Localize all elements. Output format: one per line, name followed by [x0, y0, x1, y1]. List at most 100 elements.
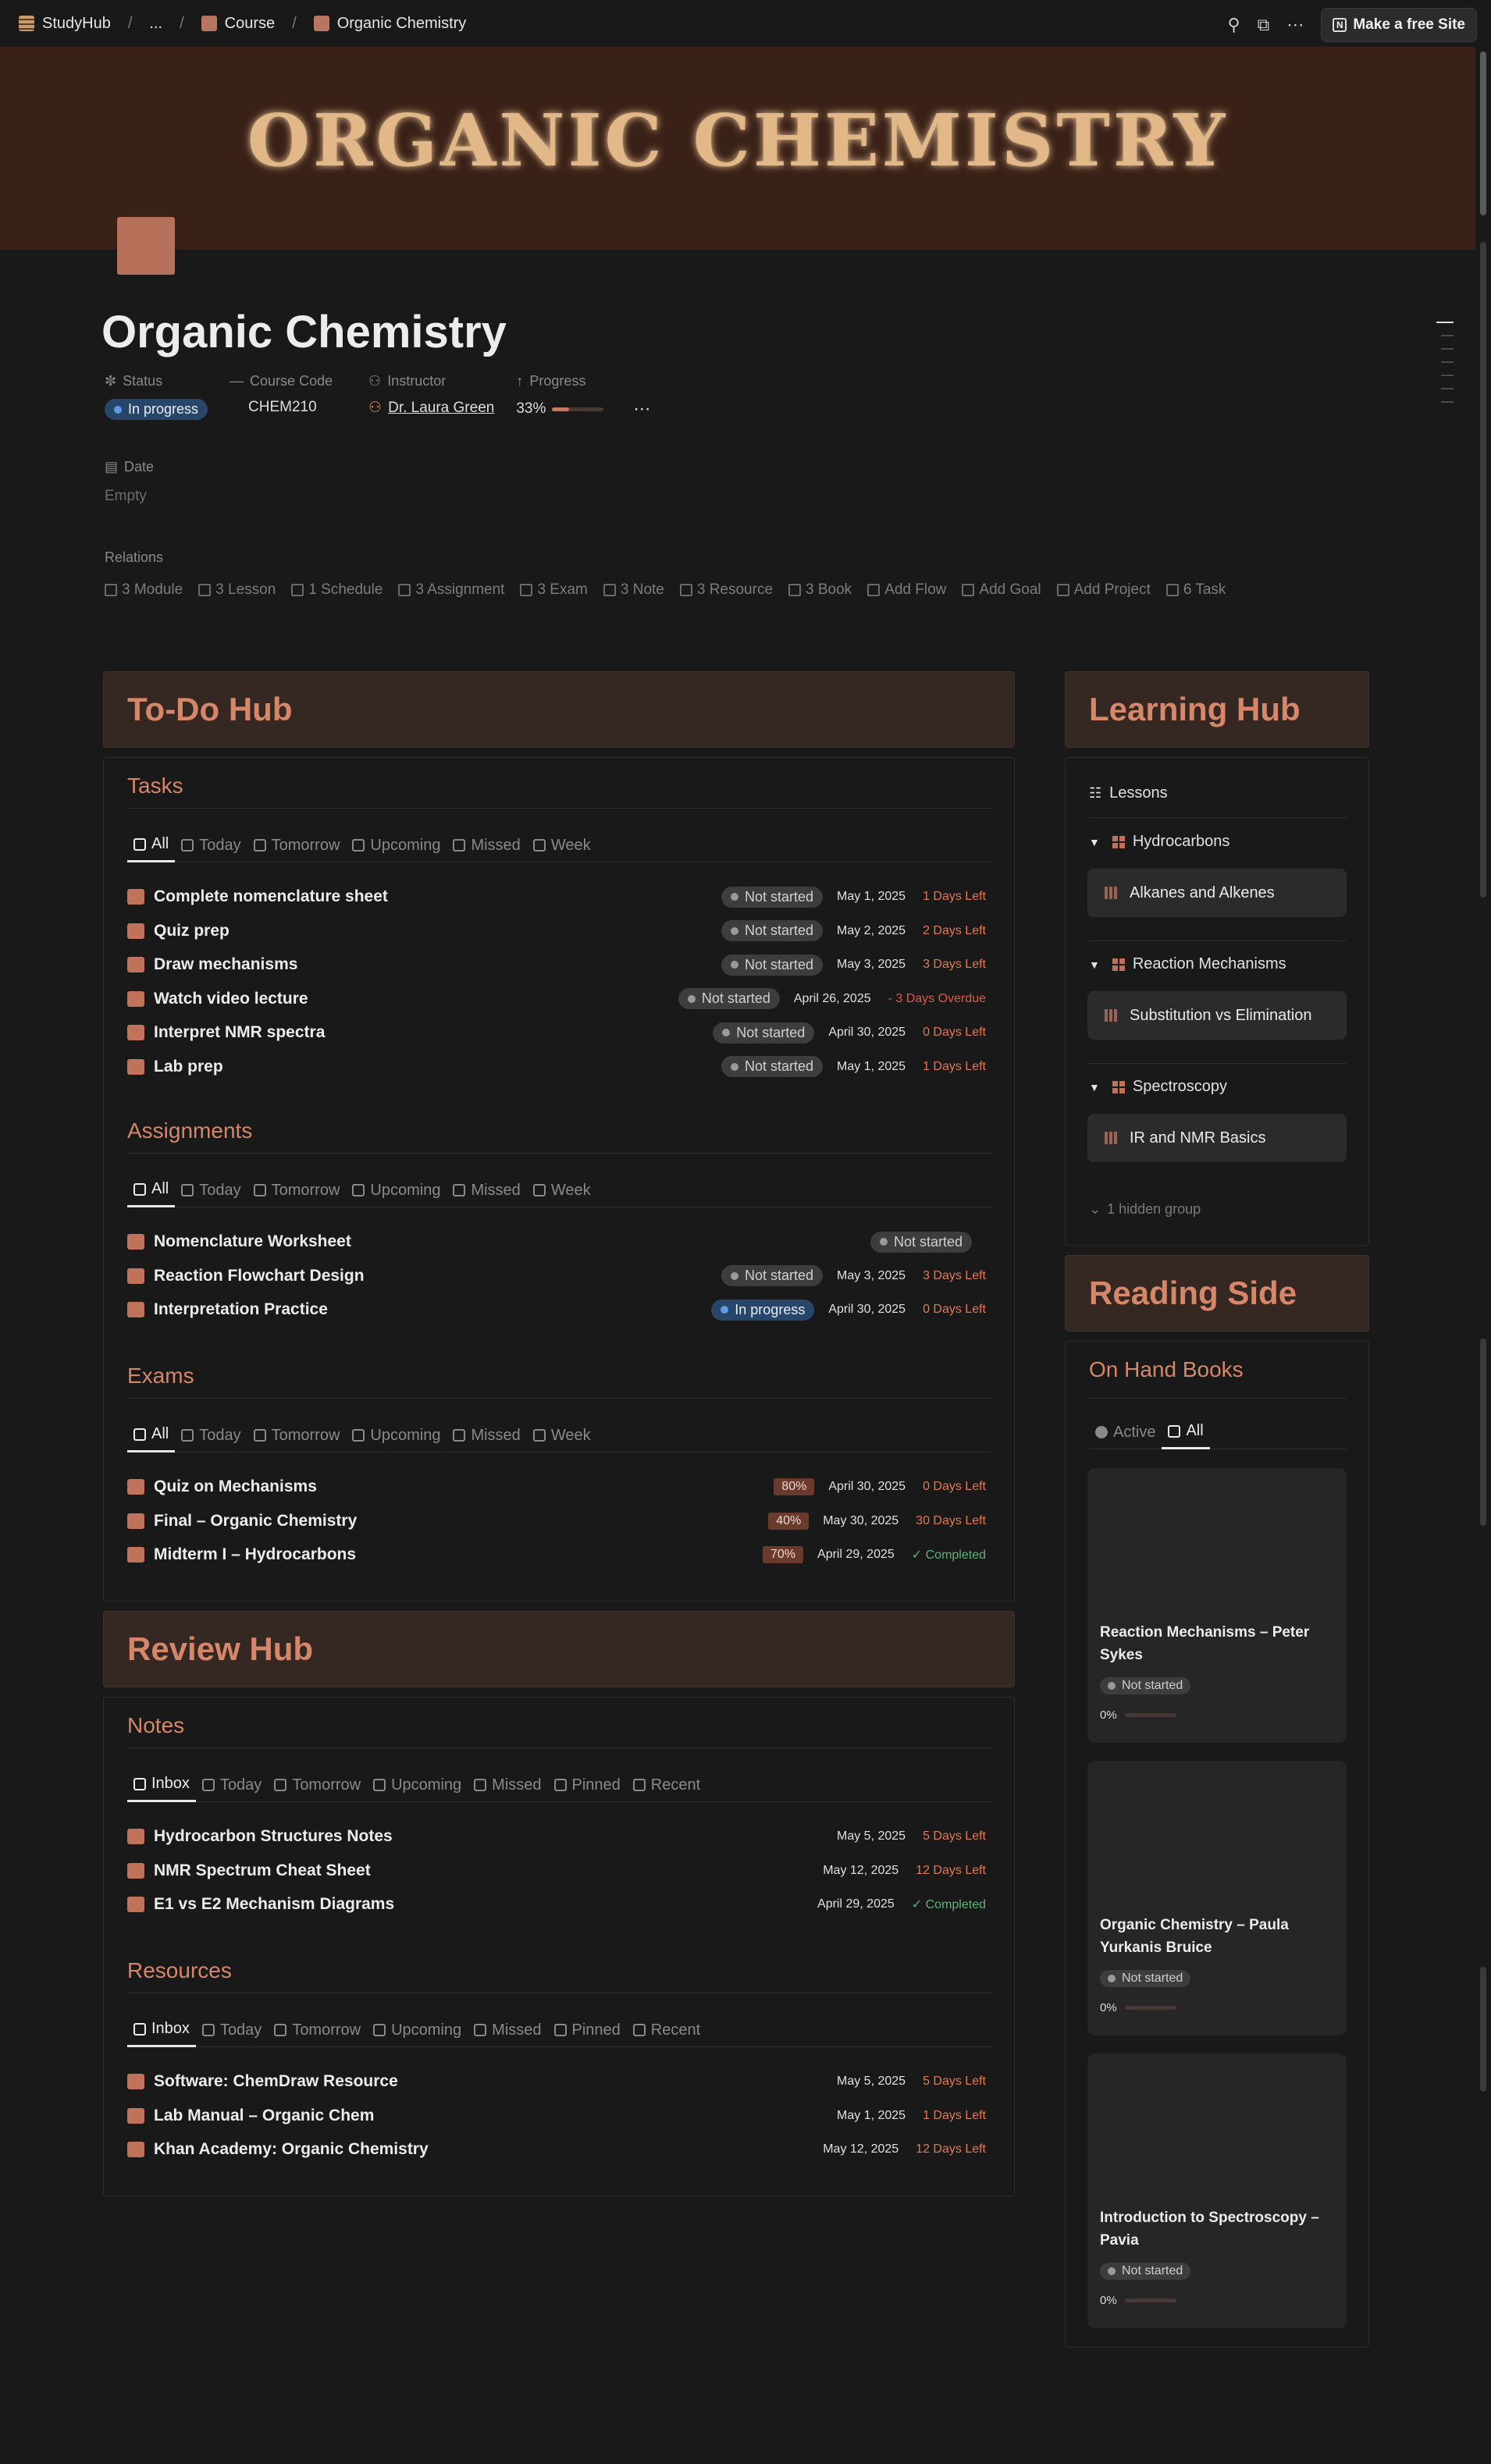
tasks-row[interactable]: Draw mechanisms Not started May 3, 2025 3 D… [127, 949, 986, 980]
tab-tomorrow[interactable]: Tomorrow [268, 2013, 367, 2047]
tasks-name[interactable]: Interpret NMR spectra [154, 1023, 713, 1042]
tasks-name[interactable]: Lab prep [154, 1058, 721, 1076]
resources-row[interactable]: Lab Manual – Organic Chem May 1, 2025 1 Da… [127, 2100, 986, 2132]
breadcrumb-workspace[interactable]: StudyHub [42, 15, 111, 33]
toggle-icon[interactable]: ▼ [1089, 958, 1100, 971]
date-value[interactable]: Empty [105, 488, 154, 505]
tab-tomorrow[interactable]: Tomorrow [247, 1173, 347, 1207]
tasks-row[interactable]: Complete nomenclature sheet Not started Ma… [127, 881, 986, 912]
tab-today[interactable]: Today [196, 1768, 268, 1802]
table-of-contents[interactable] [1436, 322, 1454, 403]
tab-inbox[interactable]: Inbox [127, 1768, 196, 1802]
status-badge[interactable]: Not started [870, 1231, 972, 1253]
relation-flow[interactable]: Add Flow [867, 581, 946, 599]
relation-goal[interactable]: Add Goal [962, 581, 1041, 599]
notes-row[interactable]: Hydrocarbon Structures Notes May 5, 2025 5… [127, 1821, 986, 1852]
status-badge[interactable]: Not started [721, 920, 823, 941]
page-title[interactable]: Organic Chemistry [101, 306, 507, 358]
book-card[interactable]: Reaction Mechanisms – Peter Sykes Not sta… [1087, 1468, 1347, 1743]
resources-row[interactable]: Software: ChemDraw Resource May 5, 2025 5 … [127, 2066, 986, 2097]
status-badge[interactable]: Not started [721, 1056, 823, 1077]
lesson-group[interactable]: ▼ Hydrocarbons [1089, 833, 1345, 851]
lesson-card[interactable]: Substitution vs Elimination [1087, 991, 1347, 1040]
tasks-name[interactable]: Watch video lecture [154, 990, 678, 1008]
assignments-name[interactable]: Interpretation Practice [154, 1300, 711, 1319]
tab-tomorrow[interactable]: Tomorrow [268, 1768, 367, 1802]
status-badge[interactable]: Not started [713, 1022, 815, 1044]
status-badge[interactable]: Not started [1100, 2263, 1191, 2280]
page-icon[interactable] [117, 217, 175, 275]
assignments-row[interactable]: Interpretation Practice In progress April … [127, 1294, 986, 1325]
tasks-name[interactable]: Draw mechanisms [154, 955, 721, 974]
tasks-name[interactable]: Complete nomenclature sheet [154, 887, 721, 906]
tab-week[interactable]: Week [527, 1418, 597, 1452]
tab-missed[interactable]: Missed [468, 1768, 547, 1802]
exams-row[interactable]: Final – Organic Chemistry 40% May 30, 2025… [127, 1506, 986, 1537]
toggle-icon[interactable]: ▼ [1089, 836, 1100, 848]
status-badge[interactable]: Not started [721, 954, 823, 976]
status-badge[interactable]: Not started [1100, 1970, 1191, 1987]
hidden-groups[interactable]: ⌄ 1 hidden group [1089, 1201, 1345, 1218]
notes-name[interactable]: Hydrocarbon Structures Notes [154, 1827, 837, 1846]
relation-project[interactable]: Add Project [1056, 581, 1151, 599]
scrollbar[interactable] [1475, 47, 1491, 2464]
tab-missed[interactable]: Missed [447, 828, 526, 862]
lesson-group[interactable]: ▼ Reaction Mechanisms [1089, 955, 1345, 973]
tab-tomorrow[interactable]: Tomorrow [247, 1418, 347, 1452]
assignments-row[interactable]: Nomenclature Worksheet Not started [127, 1226, 986, 1257]
tab-missed[interactable]: Missed [468, 2013, 547, 2047]
status-badge[interactable]: Not started [721, 1265, 823, 1286]
tab-missed[interactable]: Missed [447, 1418, 526, 1452]
tab-today[interactable]: Today [175, 828, 247, 862]
lesson-card[interactable]: IR and NMR Basics [1087, 1114, 1347, 1162]
status-badge[interactable]: Not started [721, 886, 823, 908]
tab-pinned[interactable]: Pinned [548, 2013, 627, 2047]
assignments-name[interactable]: Nomenclature Worksheet [154, 1232, 870, 1251]
tab-upcoming[interactable]: Upcoming [367, 1768, 468, 1802]
relation-lesson[interactable]: 3 Lesson [198, 581, 276, 599]
exams-name[interactable]: Quiz on Mechanisms [154, 1477, 774, 1496]
instructor-value[interactable]: Dr. Laura Green [388, 400, 494, 417]
tab-pinned[interactable]: Pinned [548, 1768, 627, 1802]
relation-task[interactable]: 6 Task [1165, 581, 1226, 599]
tasks-row[interactable]: Interpret NMR spectra Not started April 30… [127, 1017, 986, 1048]
assignments-row[interactable]: Reaction Flowchart Design Not started May … [127, 1260, 986, 1292]
status-badge[interactable]: In progress [711, 1299, 815, 1321]
lessons-view[interactable]: ☷ Lessons [1089, 784, 1345, 802]
status-badge[interactable]: Not started [678, 988, 780, 1009]
relation-schedule[interactable]: 1 Schedule [291, 581, 383, 599]
book-card[interactable]: Introduction to Spectroscopy – Pavia Not … [1087, 2053, 1347, 2328]
toggle-icon[interactable]: ▼ [1089, 1081, 1100, 1093]
tasks-row[interactable]: Quiz prep Not started May 2, 2025 2 Days Le… [127, 916, 986, 947]
make-site-button[interactable]: N Make a free Site [1321, 8, 1477, 42]
duplicate-icon[interactable]: ⧉ [1258, 16, 1270, 34]
tab-week[interactable]: Week [527, 828, 597, 862]
relation-resource[interactable]: 3 Resource [679, 581, 773, 599]
breadcrumb-current[interactable]: Organic Chemistry [337, 15, 467, 33]
tab-tomorrow[interactable]: Tomorrow [247, 828, 347, 862]
resources-name[interactable]: Software: ChemDraw Resource [154, 2072, 837, 2091]
scroll-thumb[interactable] [1480, 52, 1486, 215]
tab-all[interactable]: All [127, 1418, 176, 1452]
relation-note[interactable]: 3 Note [603, 581, 664, 599]
more-icon[interactable]: ⋯ [1286, 16, 1304, 34]
search-icon[interactable]: ⚲ [1228, 16, 1240, 34]
exams-name[interactable]: Final – Organic Chemistry [154, 1512, 768, 1531]
lesson-group[interactable]: ▼ Spectroscopy [1089, 1078, 1345, 1096]
tasks-row[interactable]: Watch video lecture Not started April 26, … [127, 983, 986, 1015]
resources-row[interactable]: Khan Academy: Organic Chemistry May 12, 2… [127, 2134, 986, 2165]
resources-name[interactable]: Lab Manual – Organic Chem [154, 2107, 837, 2125]
notes-row[interactable]: NMR Spectrum Cheat Sheet May 12, 2025 12 D… [127, 1855, 986, 1886]
notes-row[interactable]: E1 vs E2 Mechanism Diagrams April 29, 202… [127, 1889, 986, 1920]
tab-recent[interactable]: Recent [627, 2013, 706, 2047]
tab-upcoming[interactable]: Upcoming [346, 1173, 447, 1207]
relation-assignment[interactable]: 3 Assignment [398, 581, 504, 599]
breadcrumb-ellipsis[interactable]: ... [149, 15, 162, 33]
exams-name[interactable]: Midterm I – Hydrocarbons [154, 1545, 763, 1564]
tasks-row[interactable]: Lab prep Not started May 1, 2025 1 Days Lef… [127, 1051, 986, 1083]
lesson-card[interactable]: Alkanes and Alkenes [1087, 869, 1347, 917]
tab-today[interactable]: Today [175, 1173, 247, 1207]
tab-active[interactable]: Active [1089, 1415, 1162, 1449]
notes-name[interactable]: E1 vs E2 Mechanism Diagrams [154, 1895, 817, 1914]
tab-inbox[interactable]: Inbox [127, 2013, 196, 2047]
